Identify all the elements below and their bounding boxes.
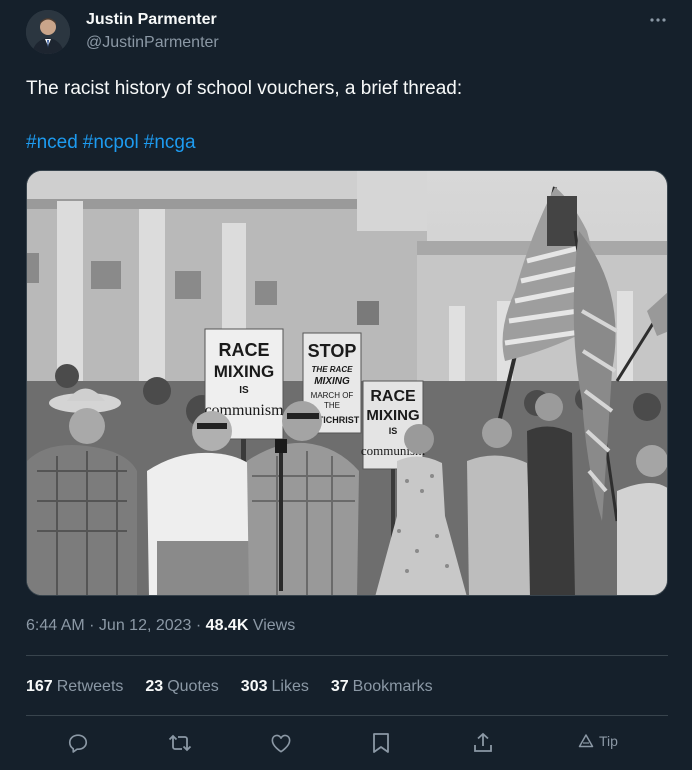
heart-icon: [271, 734, 291, 753]
quotes-count: 23: [145, 678, 164, 695]
sign-2-line-1: STOP: [308, 341, 357, 361]
reply-button[interactable]: [65, 730, 91, 756]
retweets-stat[interactable]: 167 Retweets: [26, 678, 123, 696]
like-button[interactable]: [268, 730, 294, 756]
bookmarks-label: Bookmarks: [352, 678, 433, 695]
bookmark-icon: [373, 733, 389, 753]
tip-label: Tip: [599, 733, 618, 749]
sign-2-line-3: MIXING: [314, 376, 350, 387]
hashtag-ncga[interactable]: #ncga: [144, 132, 196, 153]
sign-2-line-4: MARCH OF: [311, 391, 354, 400]
likes-count: 303: [240, 678, 268, 695]
hashtags: #nced #ncpol #ncga: [26, 132, 201, 154]
engagement-stats: 167 Retweets 23 Quotes 303 Likes 37 Bookmark…: [26, 678, 455, 696]
views-count: 48.4K: [205, 617, 249, 634]
retweet-button[interactable]: [167, 730, 193, 756]
divider: [26, 655, 668, 656]
share-button[interactable]: [470, 730, 496, 756]
sign-1-line-1: RACE: [218, 340, 269, 360]
tweet-text: The racist history of school vouchers, a…: [26, 78, 463, 99]
tip-icon: [578, 734, 594, 748]
quotes-label: Quotes: [167, 678, 219, 695]
tweet-meta: 6:44 AM · Jun 12, 2023 · 48.4K Views: [26, 617, 295, 635]
sign-2-line-5: THE: [324, 401, 340, 410]
sign-3-line-3: IS: [389, 426, 398, 436]
likes-label: Likes: [271, 678, 309, 695]
more-options-icon[interactable]: [648, 10, 668, 30]
hashtag-nced[interactable]: #nced: [26, 132, 78, 153]
quotes-stat[interactable]: 23 Quotes: [145, 678, 218, 696]
author-handle[interactable]: @JustinParmenter: [86, 34, 219, 52]
avatar[interactable]: [26, 10, 70, 54]
tweet-photo[interactable]: RACE MIXING IS communism STOP THE RACE M…: [26, 170, 668, 596]
sign-3-line-1: RACE: [370, 388, 416, 405]
retweets-label: Retweets: [56, 678, 124, 695]
timestamp[interactable]: 6:44 AM · Jun 12, 2023 ·: [26, 617, 206, 634]
retweet-icon: [168, 734, 192, 752]
views-label: Views: [248, 617, 296, 634]
sign-3-line-2: MIXING: [366, 407, 419, 424]
bookmarks-stat[interactable]: 37 Bookmarks: [331, 678, 433, 696]
author-name[interactable]: Justin Parmenter: [86, 11, 217, 29]
bookmark-button[interactable]: [368, 730, 394, 756]
tip-button[interactable]: Tip: [578, 733, 618, 749]
sign-2-line-2: THE RACE: [312, 365, 354, 374]
hashtag-ncpol[interactable]: #ncpol: [83, 132, 139, 153]
sign-1-line-2: MIXING: [214, 362, 274, 381]
divider: [26, 715, 668, 716]
reply-icon: [68, 734, 88, 753]
retweets-count: 167: [26, 678, 53, 695]
likes-stat[interactable]: 303 Likes: [241, 678, 309, 696]
share-icon: [474, 732, 492, 752]
bookmarks-count: 37: [330, 678, 349, 695]
sign-1-line-3: IS: [239, 385, 249, 396]
tweet: Justin Parmenter @JustinParmenter The ra…: [0, 0, 692, 770]
